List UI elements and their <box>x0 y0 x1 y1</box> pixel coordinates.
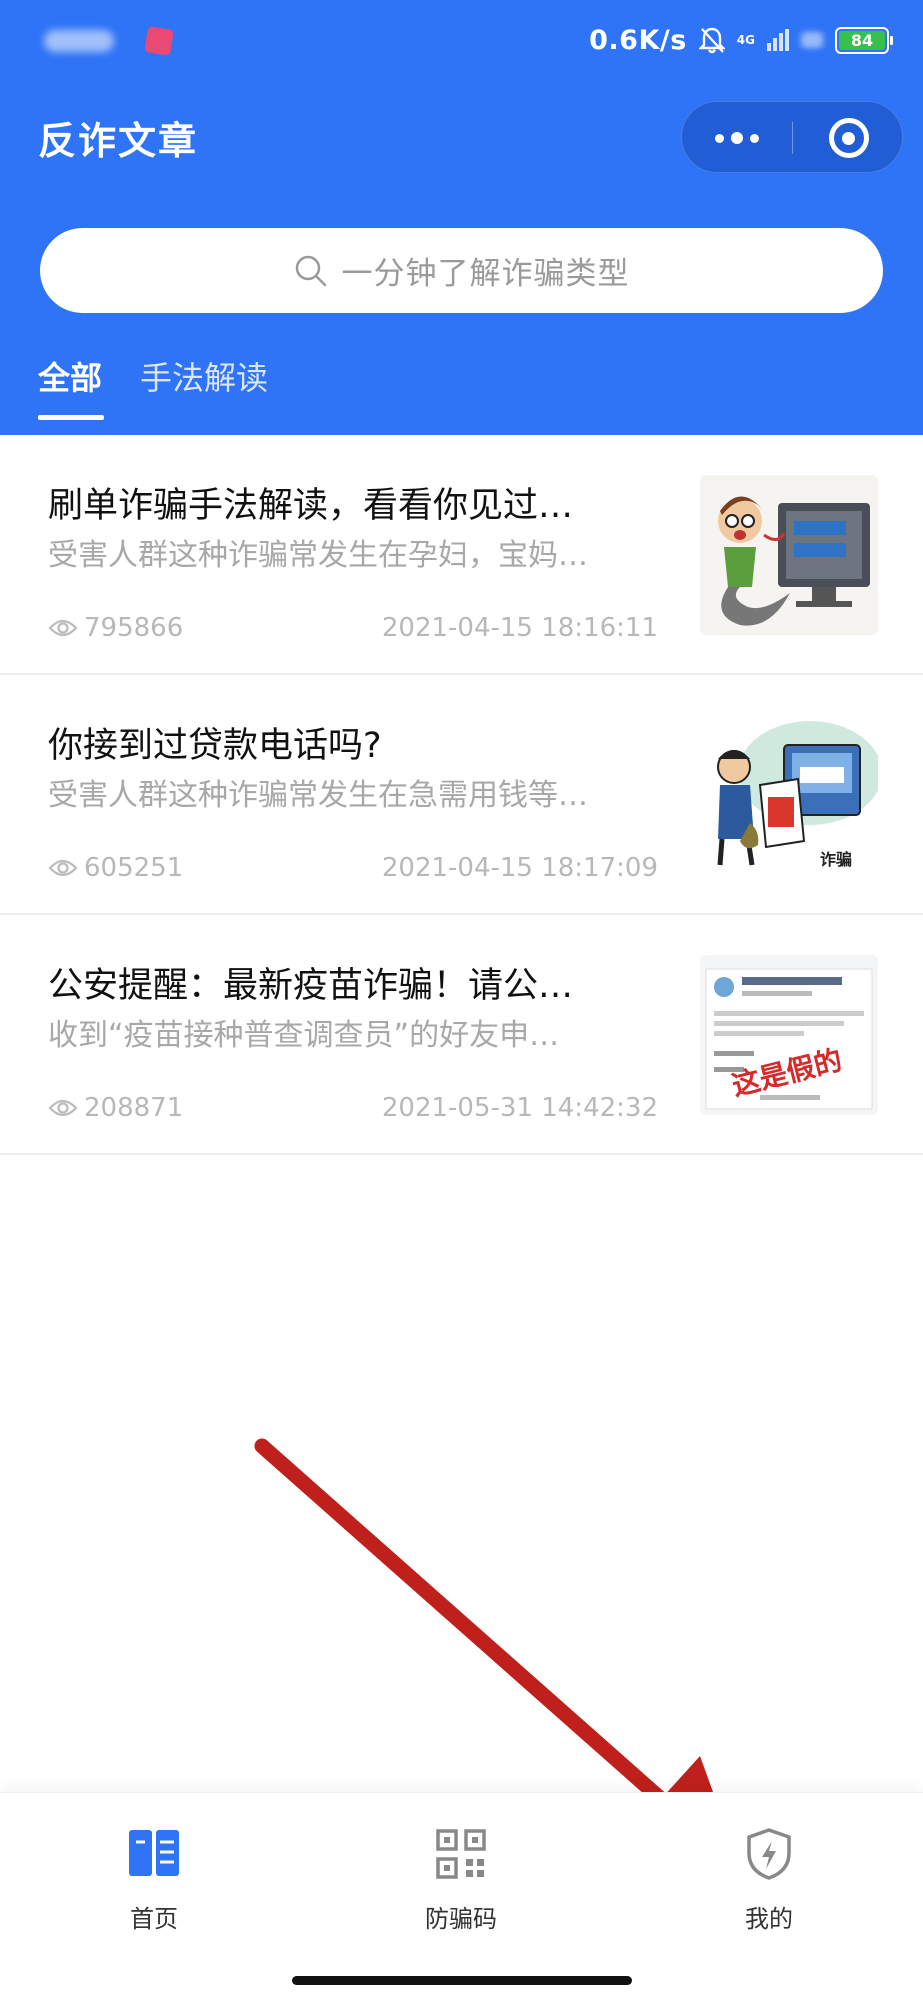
book-icon <box>127 1825 181 1883</box>
notification-app-icon <box>144 26 174 56</box>
bottom-tab-bar: 首页 防骗码 我的 <box>0 1792 923 2000</box>
view-count: 208871 <box>48 1093 183 1123</box>
network-speed: 0.6K/s <box>589 24 687 56</box>
tab-home[interactable]: 首页 <box>54 1825 254 1934</box>
header-bar: 0.6K/s 4G 84 反诈文章 一分钟了解诈骗类型 全部 手法解读 <box>0 0 923 435</box>
miniprogram-capsule <box>681 101 903 173</box>
article-item[interactable]: 刷单诈骗手法解读，看看你见过… 受害人群这种诈骗常发生在孕妇，宝妈… 79586… <box>0 435 923 675</box>
page-title: 反诈文章 <box>38 119 199 163</box>
blurred-indicator <box>801 32 823 48</box>
article-list: 刷单诈骗手法解读，看看你见过… 受害人群这种诈骗常发生在孕妇，宝妈… 79586… <box>0 435 923 1155</box>
search-icon <box>294 254 328 288</box>
tab-home-label: 首页 <box>130 1905 178 1933</box>
more-options-button[interactable] <box>682 102 792 174</box>
article-summary: 受害人群这种诈骗常发生在急需用钱等… <box>48 778 588 813</box>
status-bar: 0.6K/s 4G 84 <box>0 0 923 82</box>
shield-icon <box>745 1825 793 1883</box>
article-thumbnail: 这是假的 <box>700 955 878 1115</box>
search-input[interactable]: 一分钟了解诈骗类型 <box>40 228 883 313</box>
battery-icon: 84 <box>835 26 893 54</box>
publish-date: 2021-04-15 18:17:09 <box>381 853 658 883</box>
publish-date: 2021-05-31 14:42:32 <box>381 1093 658 1123</box>
thumbnail-scam-label: 诈骗 <box>820 850 852 869</box>
article-meta: 605251 2021-04-15 18:17:09 <box>48 853 658 889</box>
tab-mine[interactable]: 我的 <box>669 1825 869 1934</box>
tab-mine-label: 我的 <box>745 1905 793 1933</box>
article-thumbnail <box>700 475 878 635</box>
status-left <box>44 22 174 60</box>
target-icon <box>828 118 869 158</box>
qr-code-icon <box>436 1825 486 1883</box>
tab-anti-fraud-code[interactable]: 防骗码 <box>361 1825 561 1934</box>
article-title: 公安提醒：最新疫苗诈骗！请公… <box>48 966 574 1006</box>
search-placeholder: 一分钟了解诈骗类型 <box>341 256 630 292</box>
publish-date: 2021-04-15 18:16:11 <box>381 613 658 643</box>
blurred-time <box>44 30 114 52</box>
active-tab-indicator <box>38 415 104 420</box>
article-meta: 795866 2021-04-15 18:16:11 <box>48 613 658 649</box>
eye-icon <box>48 1097 78 1119</box>
article-item[interactable]: 公安提醒：最新疫苗诈骗！请公… 收到“疫苗接种普查调查员”的好友申… 20887… <box>0 915 923 1155</box>
view-count: 605251 <box>48 853 183 883</box>
article-item[interactable]: 你接到过贷款电话吗? 受害人群这种诈骗常发生在急需用钱等… 605251 202… <box>0 675 923 915</box>
view-count-value: 208871 <box>84 1093 184 1123</box>
tab-anti-fraud-code-label: 防骗码 <box>425 1905 497 1933</box>
close-miniprogram-button[interactable] <box>793 102 904 174</box>
article-title: 你接到过贷款电话吗? <box>48 726 382 766</box>
tab-all[interactable]: 全部 <box>38 353 102 399</box>
category-tabs: 全部 手法解读 <box>0 345 923 435</box>
signal-bars-icon <box>767 29 789 51</box>
article-summary: 受害人群这种诈骗常发生在孕妇，宝妈… <box>48 538 588 573</box>
network-type-label: 4G <box>736 33 755 47</box>
article-meta: 208871 2021-05-31 14:42:32 <box>48 1093 658 1129</box>
status-right: 0.6K/s 4G 84 <box>589 20 893 60</box>
article-thumbnail: 诈骗 <box>700 715 878 875</box>
view-count: 795866 <box>48 613 183 643</box>
battery-level: 84 <box>839 30 885 50</box>
eye-icon <box>48 857 78 879</box>
article-title: 刷单诈骗手法解读，看看你见过… <box>48 486 574 526</box>
signal-4g: 4G <box>737 34 755 46</box>
home-indicator[interactable] <box>292 1976 632 1985</box>
bell-off-icon <box>698 26 725 54</box>
view-count-value: 795866 <box>84 613 184 643</box>
view-count-value: 605251 <box>84 853 184 883</box>
eye-icon <box>48 617 78 639</box>
article-summary: 收到“疫苗接种普查调查员”的好友申… <box>48 1018 560 1053</box>
tab-methods[interactable]: 手法解读 <box>140 353 268 399</box>
